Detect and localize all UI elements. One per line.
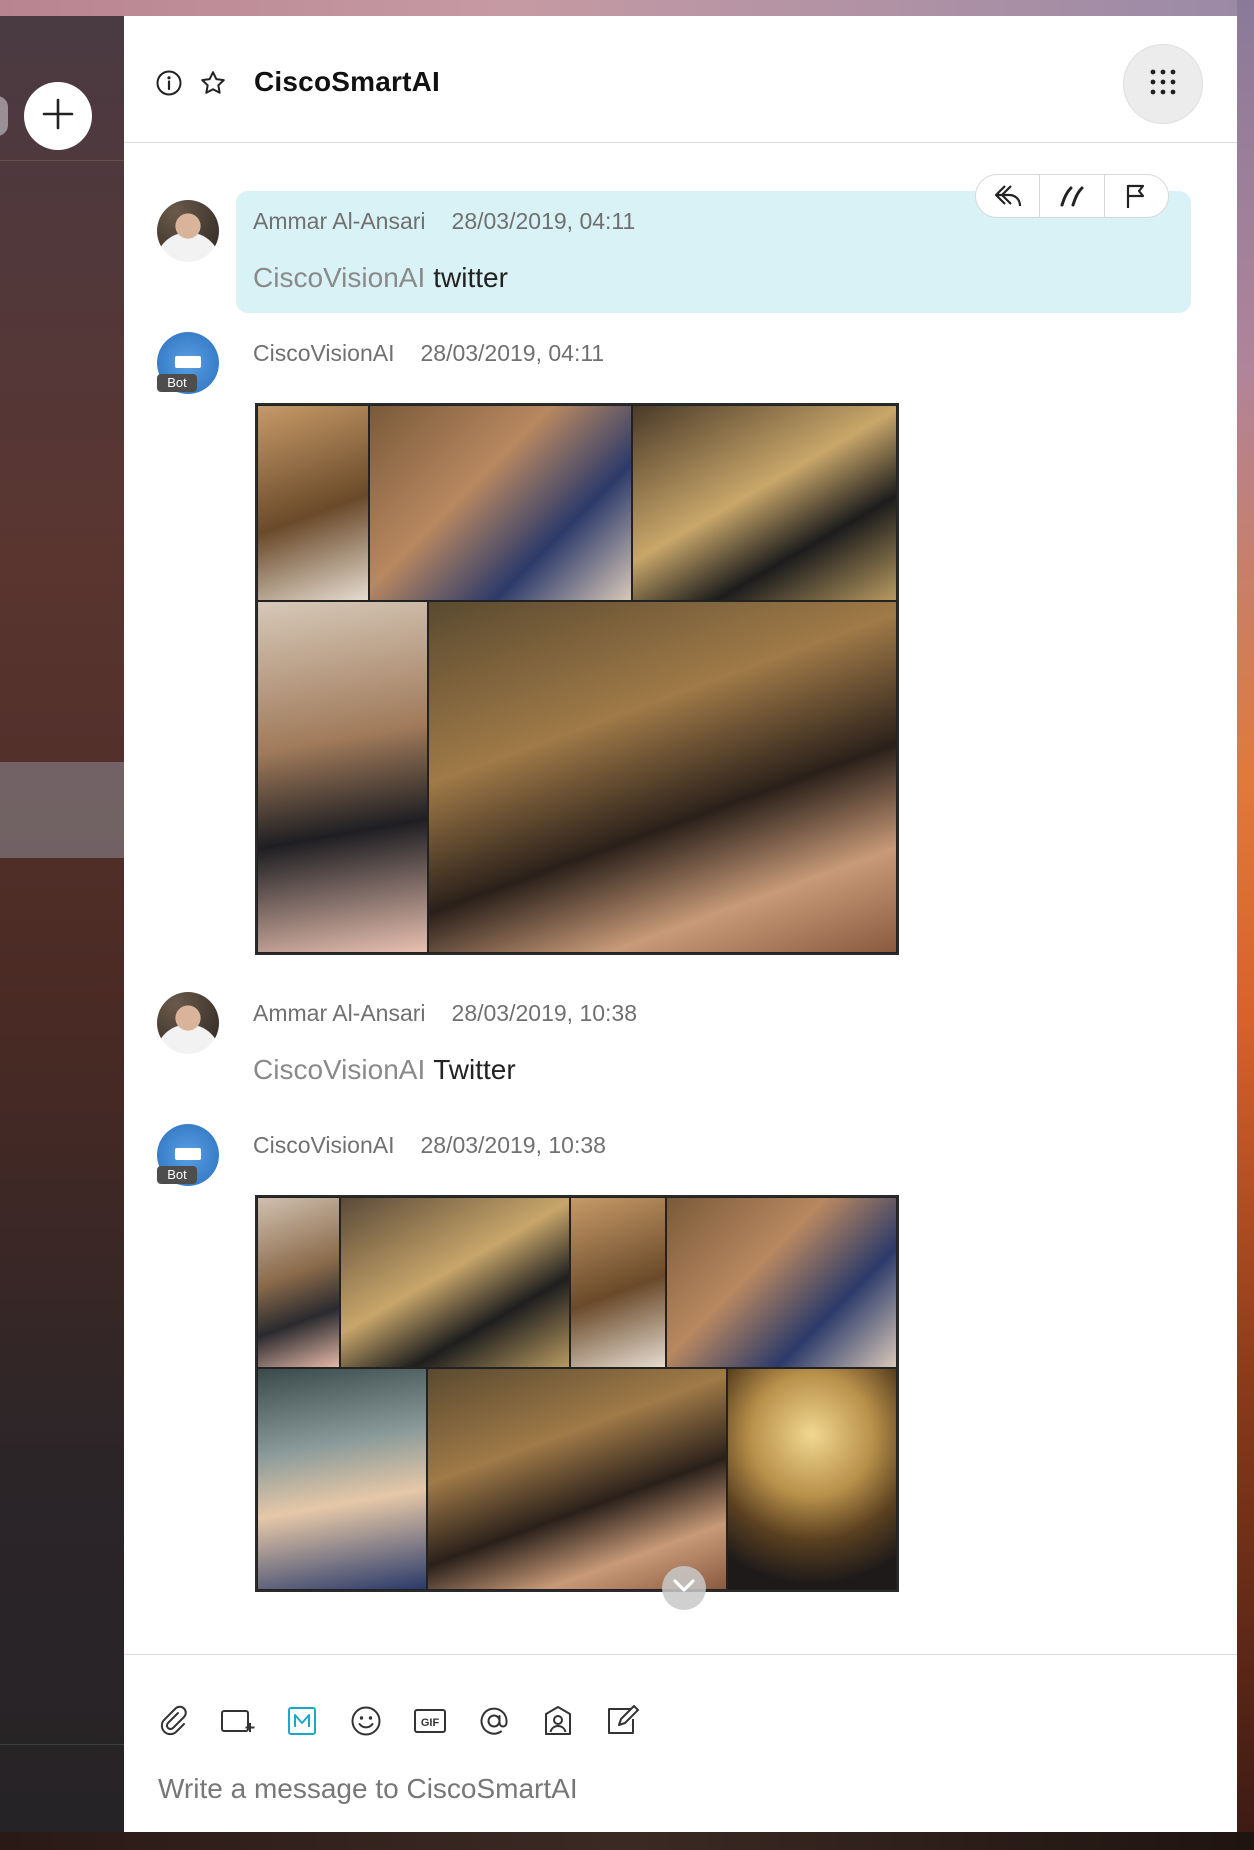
message-timestamp: 28/03/2019, 10:38 — [451, 1000, 637, 1026]
screen-capture-icon[interactable] — [220, 1703, 256, 1739]
sidebar-divider — [0, 1744, 124, 1745]
plus-icon — [41, 97, 75, 136]
avatar[interactable] — [157, 992, 219, 1054]
message-meta: CiscoVisionAI 28/03/2019, 04:11 — [253, 340, 604, 367]
mention-icon[interactable] — [476, 1703, 512, 1739]
grid-icon — [1148, 67, 1178, 102]
mention[interactable]: CiscoVisionAI — [253, 262, 425, 293]
conversation-header: CiscoSmartAI — [124, 16, 1237, 143]
message-timestamp: 28/03/2019, 04:11 — [420, 340, 605, 366]
sidebar-avatar-stub[interactable] — [0, 96, 8, 136]
photo-tile — [257, 601, 428, 953]
message-input[interactable] — [158, 1767, 1198, 1811]
photo-collage[interactable] — [255, 403, 899, 955]
attach-icon[interactable] — [156, 1703, 192, 1739]
apps-menu-button[interactable] — [1123, 44, 1203, 124]
chip-icon — [175, 356, 201, 368]
message-text: twitter — [433, 262, 508, 293]
photo-collage[interactable] — [255, 1195, 899, 1592]
desktop-wallpaper-top — [0, 0, 1254, 16]
message-meta: CiscoVisionAI 28/03/2019, 10:38 — [253, 1132, 606, 1159]
flag-icon[interactable] — [1105, 175, 1168, 217]
sidebar-item-selected[interactable] — [0, 762, 124, 858]
sender-name: CiscoVisionAI — [253, 340, 395, 366]
photo-tile — [632, 405, 897, 601]
conversation-title: CiscoSmartAI — [254, 66, 441, 97]
svg-text:GIF: GIF — [421, 1717, 440, 1729]
photo-tile — [570, 1197, 666, 1368]
photo-tile — [257, 405, 369, 601]
chevron-down-icon — [672, 1578, 696, 1599]
message-text: Twitter — [433, 1054, 516, 1085]
message-body: CiscoVisionAI Twitter — [253, 1054, 516, 1086]
photo-tile — [727, 1368, 897, 1590]
photo-tile — [666, 1197, 897, 1368]
sender-name: CiscoVisionAI — [253, 1132, 395, 1158]
star-icon[interactable] — [198, 68, 228, 98]
photo-tile — [257, 1368, 427, 1590]
photo-tile — [257, 1197, 340, 1368]
message-meta: Ammar Al-Ansari 28/03/2019, 04:11 — [253, 208, 635, 235]
sender-name: Ammar Al-Ansari — [253, 208, 426, 234]
mention[interactable]: CiscoVisionAI — [253, 1054, 425, 1085]
chip-icon — [175, 1148, 201, 1160]
bot-badge: Bot — [157, 374, 197, 392]
contact-icon[interactable] — [540, 1703, 576, 1739]
new-space-button[interactable] — [24, 82, 92, 150]
sidebar-divider — [0, 160, 124, 161]
photo-tile — [427, 1368, 727, 1590]
reply-icon[interactable] — [976, 175, 1041, 217]
whiteboard-icon[interactable] — [604, 1703, 640, 1739]
sidebar — [0, 16, 124, 1832]
sender-name: Ammar Al-Ansari — [253, 1000, 426, 1026]
quote-icon[interactable] — [1040, 175, 1105, 217]
photo-tile — [369, 405, 632, 601]
scroll-to-bottom-button[interactable] — [662, 1566, 706, 1610]
avatar[interactable] — [157, 200, 219, 262]
message-meta: Ammar Al-Ansari 28/03/2019, 10:38 — [253, 1000, 637, 1027]
photo-tile — [428, 601, 897, 953]
info-icon[interactable] — [154, 68, 184, 98]
bot-badge: Bot — [157, 1166, 197, 1184]
message-list: Ammar Al-Ansari 28/03/2019, 04:11 CiscoVi… — [124, 144, 1237, 1654]
message-actions — [975, 174, 1169, 218]
desktop-wallpaper-bottom — [0, 1832, 1254, 1850]
message-body: CiscoVisionAI twitter — [253, 262, 508, 294]
message-timestamp: 28/03/2019, 04:11 — [451, 208, 636, 234]
photo-tile — [340, 1197, 570, 1368]
emoji-icon[interactable] — [348, 1703, 384, 1739]
markdown-icon[interactable] — [284, 1703, 320, 1739]
gif-icon[interactable]: GIF — [412, 1703, 448, 1739]
desktop-wallpaper-right — [1237, 0, 1254, 1850]
conversation-panel: CiscoSmartAI Ammar Al-Ansari 28/03/2019,… — [124, 16, 1237, 1832]
message-timestamp: 28/03/2019, 10:38 — [420, 1132, 606, 1158]
message-composer: GIF — [124, 1654, 1237, 1832]
